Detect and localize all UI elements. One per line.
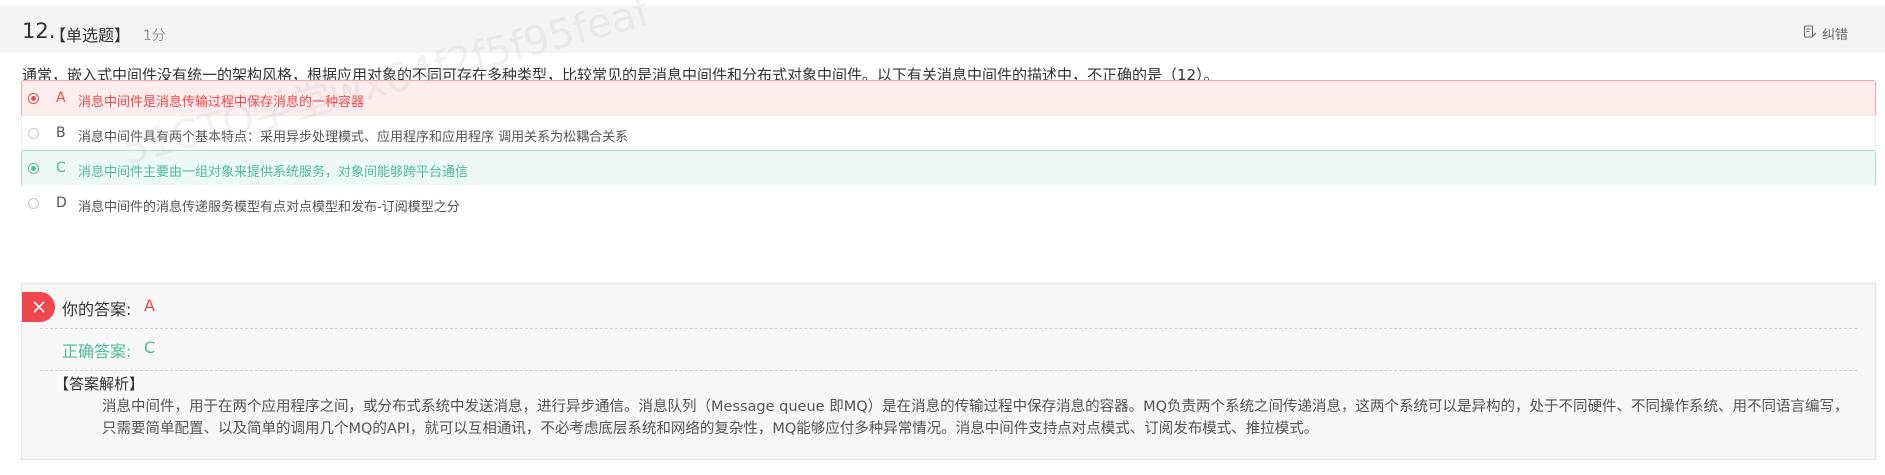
divider <box>40 370 1857 371</box>
report-error-label: 纠错 <box>1822 28 1849 43</box>
radio-empty-icon[interactable] <box>28 198 39 209</box>
report-error-button[interactable]: 纠错 <box>1803 24 1848 43</box>
option-c[interactable]: C 消息中间件主要由一组对象来提供系统服务，对象间能够跨平台通信 <box>21 150 1876 187</box>
option-letter: A <box>56 90 66 106</box>
option-letter: D <box>56 195 67 211</box>
correct-answer-value: C <box>144 338 156 357</box>
wrong-mark-icon <box>22 292 55 322</box>
radio-empty-icon[interactable] <box>28 128 39 139</box>
your-answer-label: 你的答案: <box>62 300 132 319</box>
option-d[interactable]: D 消息中间件的消息传递服务模型有点对点模型和发布-订阅模型之分 <box>21 185 1876 222</box>
question-score: 1分 <box>143 28 166 44</box>
answer-panel: 你的答案: A 正确答案: C 【答案解析】 消息中间件，用于在两个应用程序之间… <box>21 283 1876 460</box>
option-text: 消息中间件主要由一组对象来提供系统服务，对象间能够跨平台通信 <box>78 165 469 180</box>
option-letter: C <box>56 160 66 176</box>
radio-selected-icon[interactable] <box>28 93 39 104</box>
option-text: 消息中间件的消息传递服务模型有点对点模型和发布-订阅模型之分 <box>78 200 460 215</box>
analysis-title: 【答案解析】 <box>54 375 145 393</box>
option-text: 消息中间件具有两个基本特点：采用异步处理模式、应用程序和应用程序 调用关系为松耦… <box>78 130 629 145</box>
question-type: 【单选题】 <box>50 26 131 45</box>
your-answer-value: A <box>144 296 155 315</box>
correct-answer-label: 正确答案: <box>62 342 132 361</box>
edit-doc-icon <box>1803 24 1817 43</box>
option-text: 消息中间件是消息传输过程中保存消息的一种容器 <box>78 95 365 110</box>
option-letter: B <box>56 125 66 141</box>
option-b[interactable]: B 消息中间件具有两个基本特点：采用异步处理模式、应用程序和应用程序 调用关系为… <box>21 115 1876 152</box>
analysis-text: 消息中间件，用于在两个应用程序之间，或分布式系统中发送消息，进行异步通信。消息队… <box>102 399 1849 437</box>
option-a[interactable]: A 消息中间件是消息传输过程中保存消息的一种容器 <box>21 80 1876 117</box>
radio-selected-icon[interactable] <box>28 163 39 174</box>
question-header: 12. 【单选题】 1分 纠错 <box>0 6 1885 53</box>
divider <box>40 328 1857 329</box>
